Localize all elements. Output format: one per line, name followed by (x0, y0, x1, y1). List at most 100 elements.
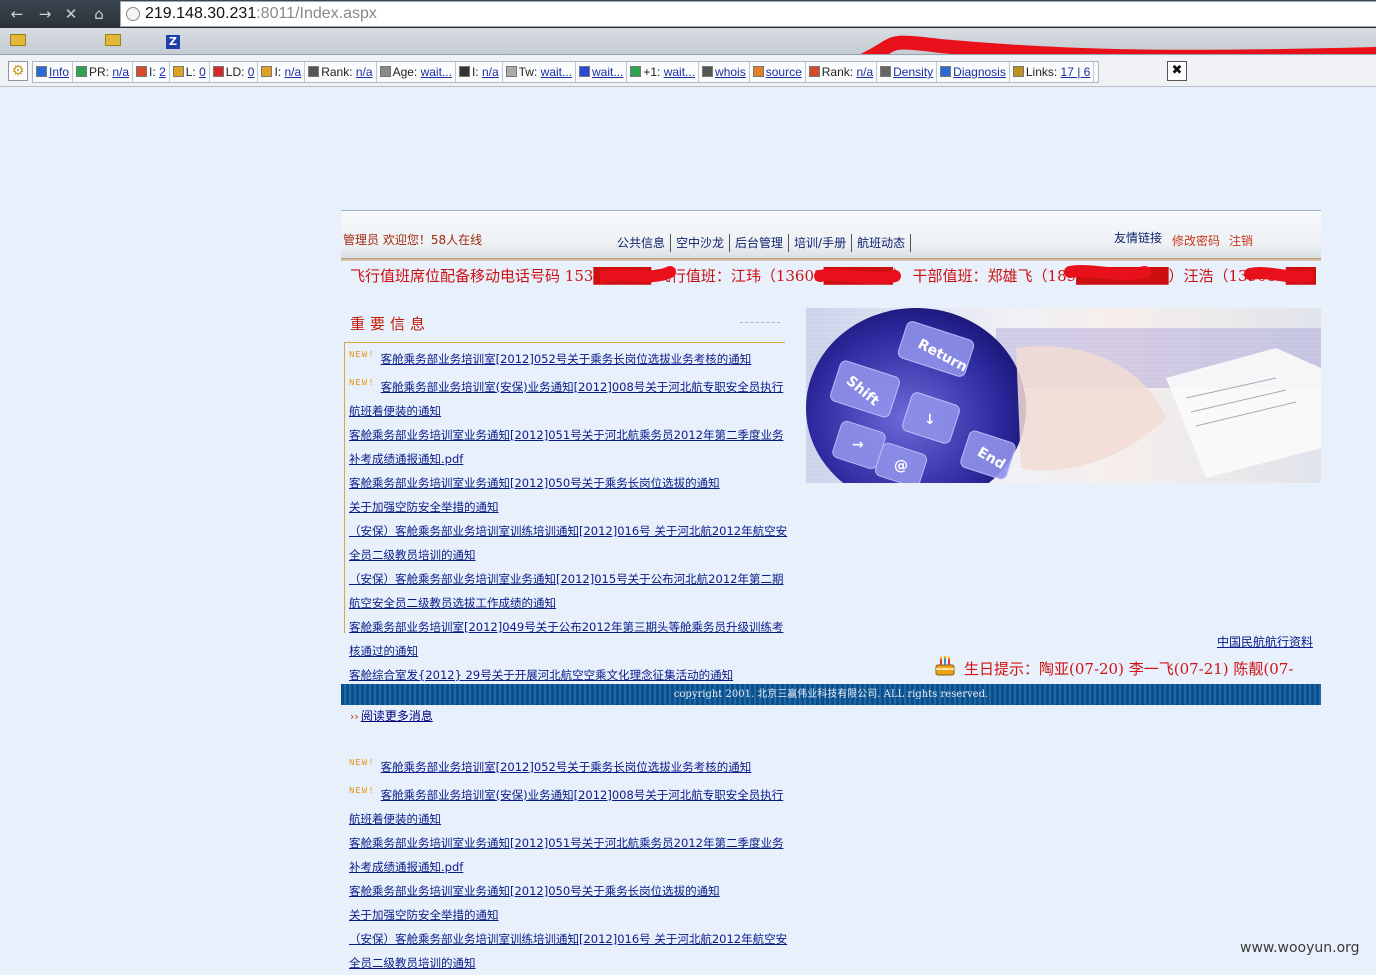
seo-item[interactable]: Info (33, 62, 74, 82)
news-link[interactable]: （安保）客舱乘务部业务培训室训练培训通知[2012]016号 关于河北航2012… (349, 932, 787, 970)
news-link[interactable]: 客舱乘务部业务培训室[2012]052号关于乘务长岗位选拔业务考核的通知 (381, 760, 752, 774)
nav-flight-status[interactable]: 航班动态 (852, 234, 912, 252)
logout-link[interactable]: 注销 (1229, 232, 1253, 249)
seo-item[interactable]: Links: 17 | 6 (1010, 62, 1095, 82)
seo-item-value[interactable]: wait... (664, 65, 695, 79)
news-link[interactable]: 客舱乘务部业务培训室(安保)业务通知[2012]008号关于河北航专职安全员执行… (349, 788, 783, 826)
rank-icon (308, 66, 320, 77)
seo-item[interactable]: wait... (576, 62, 628, 82)
new-badge: NEW! (349, 758, 375, 768)
seo-item-value[interactable]: wait... (592, 65, 623, 79)
news-link[interactable]: 客舱乘务部业务培训室[2012]049号关于公布2012年第三期头等舱乘务员升级… (349, 620, 783, 658)
nav-training-manual[interactable]: 培训/手册 (789, 234, 853, 252)
seo-item-value[interactable]: 17 | 6 (1061, 65, 1091, 79)
address-bar[interactable]: 219.148.30.231:8011/Index.aspx (120, 1, 1376, 27)
seo-item[interactable]: whois (699, 62, 750, 82)
seo-close-icon[interactable]: ✖ (1167, 61, 1187, 81)
whois-icon (702, 66, 714, 77)
seo-item[interactable]: Rank: n/a (305, 62, 377, 82)
diagnosis-icon (940, 66, 952, 77)
linkdomain-icon (212, 66, 224, 77)
back-icon[interactable]: ← (6, 4, 28, 24)
age-icon (379, 66, 391, 77)
home-icon[interactable]: ⌂ (88, 4, 110, 24)
index2-icon (261, 66, 273, 77)
news-list: NEW! 客舱乘务部业务培训室[2012]052号关于乘务长岗位选拔业务考核的通知… (349, 343, 789, 687)
news-link[interactable]: 客舱综合室发{2012} 29号关于开展河北航空空乘文化理念征集活动的通知 (349, 668, 733, 682)
news-item: （安保）客舱乘务部业务培训室训练培训通知[2012]016号 关于河北航2012… (349, 519, 789, 567)
key-at-label: @ (894, 458, 908, 474)
news-item: 客舱乘务部业务培训室业务通知[2012]051号关于河北航乘务员2012年第二季… (349, 831, 789, 879)
new-badge: NEW! (349, 350, 375, 360)
seo-item-value[interactable]: 0 (248, 65, 255, 79)
seo-item-label: Rank: (321, 65, 356, 79)
seo-item[interactable]: PR: n/a (73, 62, 134, 82)
seo-item-value[interactable]: Info (49, 65, 69, 79)
seo-item-label: Rank: (821, 65, 857, 79)
seo-item[interactable]: Rank: n/a (806, 62, 878, 82)
friend-links-link[interactable]: 友情链接 (1114, 229, 1162, 246)
seo-item-value[interactable]: n/a (482, 65, 499, 79)
news-link[interactable]: 关于加强空防安全举措的通知 (349, 500, 499, 514)
seo-item[interactable]: Tw: wait... (503, 62, 576, 82)
news-list-secondary: NEW! 客舱乘务部业务培训室[2012]052号关于乘务长岗位选拔业务考核的通知… (349, 751, 789, 975)
news-link[interactable]: 客舱乘务部业务培训室业务通知[2012]050号关于乘务长岗位选拔的通知 (349, 476, 720, 490)
seo-item[interactable]: +1: wait... (627, 62, 700, 82)
seo-item-value[interactable]: n/a (356, 65, 373, 79)
seo-item[interactable]: Diagnosis (937, 62, 1010, 82)
news-link[interactable]: 客舱乘务部业务培训室(安保)业务通知[2012]008号关于河北航专职安全员执行… (349, 380, 783, 418)
read-more-link[interactable]: 阅读更多消息 (361, 709, 433, 723)
seo-toolbar-items: Info PR: n/a I: 2 L: 0 LD: 0 I: n/a Rank: n/a A… (32, 61, 1100, 83)
seo-item-value[interactable]: 2 (159, 65, 166, 79)
redaction-scribble (860, 35, 1376, 54)
caac-aeronautical-info-link[interactable]: 中国民航航行资料 (1217, 633, 1313, 650)
news-link[interactable]: （安保）客舱乘务部业务培训室业务通知[2012]015号关于公布河北航2012年… (349, 572, 783, 610)
seo-item[interactable]: source (750, 62, 806, 82)
birthday-text: 生日提示：陶亚(07-20) 李一飞(07-21) 陈靓(07- (964, 660, 1294, 678)
seo-item[interactable]: I: n/a (456, 62, 503, 82)
news-link[interactable]: 关于加强空防安全举措的通知 (349, 908, 499, 922)
nav-sky-salon[interactable]: 空中沙龙 (671, 234, 731, 252)
seo-item[interactable]: Age: wait... (377, 62, 456, 82)
seo-item-value[interactable]: wait... (541, 65, 572, 79)
forward-icon[interactable]: → (34, 4, 56, 24)
bookmark-folder-icon[interactable] (105, 33, 125, 49)
news-link[interactable]: 客舱乘务部业务培训室[2012]052号关于乘务长岗位选拔业务考核的通知 (381, 352, 752, 366)
seo-item[interactable]: I: n/a (258, 62, 306, 82)
watermark: www.wooyun.org (1240, 940, 1360, 956)
news-item: 关于加强空防安全举措的通知 (349, 903, 789, 927)
page-globe-icon (126, 7, 140, 21)
seo-item-value[interactable]: n/a (285, 65, 302, 79)
seo-item-label: LD: (225, 65, 248, 79)
stop-icon[interactable]: ✕ (60, 4, 82, 24)
news-link[interactable]: 客舱乘务部业务培训室业务通知[2012]051号关于河北航乘务员2012年第二季… (349, 836, 783, 874)
seo-item-value[interactable]: whois (715, 65, 746, 79)
seo-item-value[interactable]: source (766, 65, 802, 79)
seo-item[interactable]: I: 2 (133, 62, 170, 82)
redaction-scribble (600, 265, 1314, 284)
seo-item-value[interactable]: n/a (856, 65, 873, 79)
rank2-icon (808, 66, 820, 77)
nav-admin[interactable]: 后台管理 (730, 234, 790, 252)
browser-toolbar: ← → ✕ ⌂ 219.148.30.231:8011/Index.aspx (0, 0, 1376, 28)
news-link[interactable]: 客舱乘务部业务培训室业务通知[2012]050号关于乘务长岗位选拔的通知 (349, 884, 720, 898)
seo-item-value[interactable]: 0 (199, 65, 206, 79)
change-password-link[interactable]: 修改密码 (1172, 232, 1220, 249)
news-link[interactable]: 客舱乘务部业务培训室业务通知[2012]051号关于河北航乘务员2012年第二季… (349, 428, 783, 466)
seo-item-label: +1: (643, 65, 664, 79)
info-icon (36, 66, 47, 77)
seo-item[interactable]: L: 0 (170, 62, 210, 82)
seo-item-value[interactable]: Diagnosis (953, 65, 1006, 79)
bookmark-z-icon[interactable]: Z (166, 33, 180, 49)
bookmarks-bar: Z (0, 28, 1376, 55)
news-link[interactable]: （安保）客舱乘务部业务培训室训练培训通知[2012]016号 关于河北航2012… (349, 524, 787, 562)
double-chevron-icon: ›› (350, 710, 359, 723)
seo-item-value[interactable]: Density (893, 65, 933, 79)
seo-item-value[interactable]: wait... (421, 65, 452, 79)
seo-item[interactable]: LD: 0 (210, 62, 259, 82)
bookmark-folder-icon[interactable] (10, 33, 30, 49)
seo-settings-gear-icon[interactable]: ⚙ (8, 61, 28, 81)
seo-item-value[interactable]: n/a (112, 65, 129, 79)
seo-item[interactable]: Density (877, 62, 938, 82)
nav-public-info[interactable]: 公共信息 (612, 234, 672, 252)
